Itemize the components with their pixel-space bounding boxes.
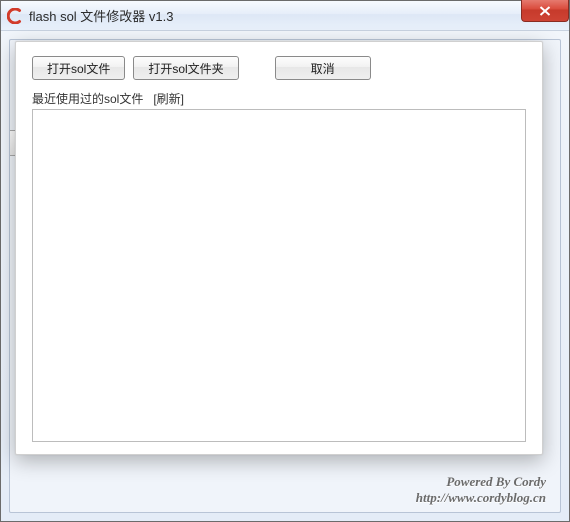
dialog-button-row: 打开sol文件 打开sol文件夹 取消 bbox=[32, 56, 526, 80]
recent-files-list[interactable] bbox=[32, 109, 526, 442]
open-sol-file-button[interactable]: 打开sol文件 bbox=[32, 56, 125, 80]
client-area: Powered By Cordy http://www.cordyblog.cn… bbox=[1, 31, 569, 521]
cancel-button[interactable]: 取消 bbox=[275, 56, 371, 80]
footer-powered-by: Powered By Cordy bbox=[416, 474, 546, 490]
footer-url-link[interactable]: http://www.cordyblog.cn bbox=[416, 490, 546, 506]
recent-files-label: 最近使用过的sol文件 bbox=[32, 90, 143, 107]
footer-credits: Powered By Cordy http://www.cordyblog.cn bbox=[416, 474, 546, 507]
refresh-link[interactable]: [刷新] bbox=[153, 90, 184, 107]
app-window: flash sol 文件修改器 v1.3 Powered By Cordy ht… bbox=[0, 0, 570, 522]
recent-files-header: 最近使用过的sol文件 [刷新] bbox=[32, 90, 526, 107]
app-icon bbox=[7, 8, 23, 24]
close-button[interactable] bbox=[521, 0, 569, 22]
titlebar: flash sol 文件修改器 v1.3 bbox=[1, 1, 569, 31]
open-sol-folder-button[interactable]: 打开sol文件夹 bbox=[133, 56, 238, 80]
open-file-dialog: 打开sol文件 打开sol文件夹 取消 最近使用过的sol文件 [刷新] bbox=[15, 41, 543, 455]
window-title: flash sol 文件修改器 v1.3 bbox=[29, 6, 174, 25]
close-icon bbox=[539, 6, 551, 16]
